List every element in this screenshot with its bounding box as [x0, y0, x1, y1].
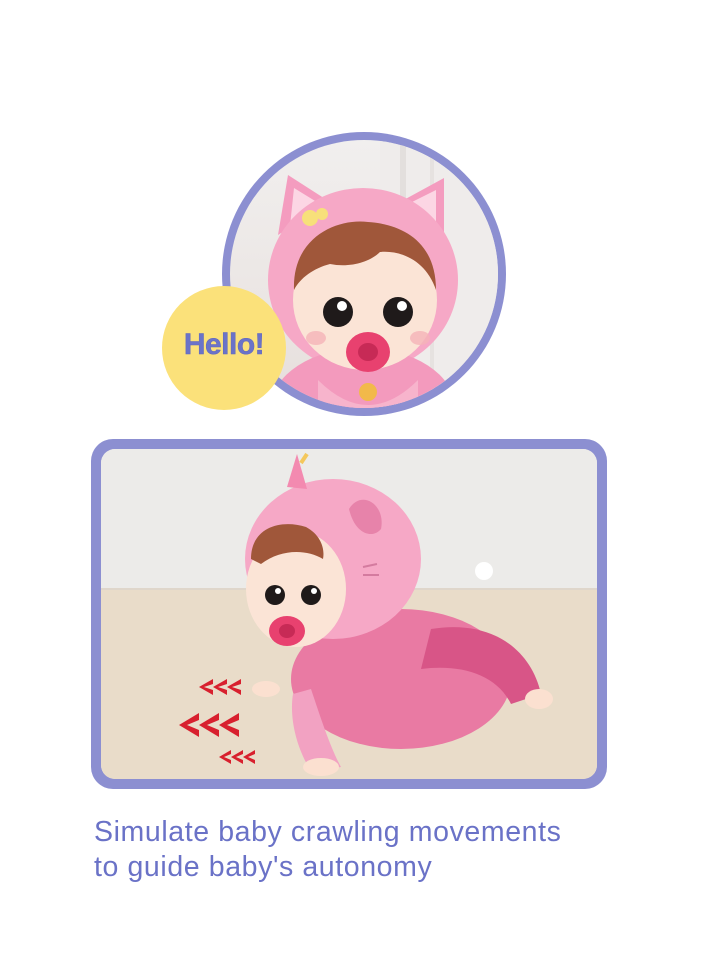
caption-line-1: Simulate baby crawling movements: [94, 816, 562, 848]
caption-line-2: to guide baby's autonomy: [94, 851, 433, 883]
hello-badge: Hello!: [162, 286, 286, 410]
crawling-photo-frame: [91, 439, 607, 789]
crawling-doll-photo: [101, 449, 597, 779]
crawling-doll-illustration: [101, 449, 597, 779]
hello-badge-text: Hello!: [183, 328, 265, 362]
product-caption: Simulate baby crawling movements to guid…: [94, 815, 684, 885]
